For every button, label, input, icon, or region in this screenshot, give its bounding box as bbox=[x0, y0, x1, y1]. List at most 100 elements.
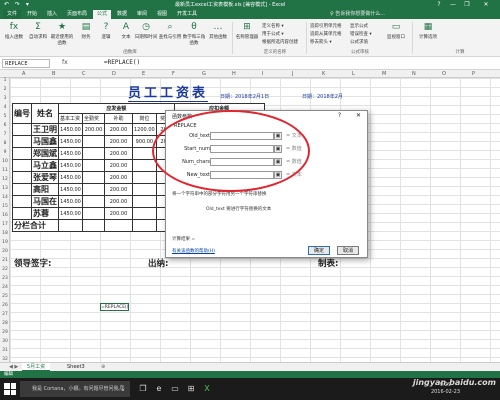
column-header[interactable]: D bbox=[112, 70, 116, 78]
row-header[interactable]: 5 bbox=[0, 114, 10, 119]
collapse-range-icon[interactable]: ▣ bbox=[274, 171, 282, 179]
column-header[interactable]: G bbox=[202, 70, 206, 78]
row-header[interactable]: 28 bbox=[0, 321, 10, 326]
row-header[interactable]: 8 bbox=[0, 141, 10, 146]
row-header[interactable]: 11 bbox=[0, 168, 10, 173]
row-header[interactable]: 18 bbox=[0, 231, 10, 236]
name-manager-button[interactable]: ⊞ 名称管理器 bbox=[235, 21, 259, 40]
row-header[interactable]: 6 bbox=[0, 123, 10, 128]
row-header[interactable]: 10 bbox=[0, 159, 10, 164]
column-header[interactable]: K bbox=[322, 70, 325, 78]
row-header[interactable]: 17 bbox=[0, 222, 10, 227]
microphone-icon[interactable]: 🎙 bbox=[118, 381, 126, 397]
excel-taskbar-icon[interactable]: X bbox=[200, 382, 214, 396]
task-view-icon[interactable]: ❐ bbox=[136, 382, 150, 396]
num-chars-input[interactable] bbox=[210, 158, 274, 166]
column-header[interactable]: N bbox=[412, 70, 416, 78]
remove-arrows-button[interactable]: 移去箭头 ▾ bbox=[310, 39, 332, 45]
active-cell[interactable]: =REPLACE() bbox=[100, 303, 129, 311]
column-header[interactable]: H bbox=[232, 70, 236, 78]
trace-dependents-button[interactable]: 追踪从属单元格 bbox=[310, 31, 342, 37]
tab-developer[interactable]: 开发工具 bbox=[173, 10, 201, 19]
row-header[interactable]: 19 bbox=[0, 240, 10, 245]
row-header[interactable]: 23 bbox=[0, 276, 10, 281]
tab-review[interactable]: 审阅 bbox=[133, 10, 151, 19]
row-header[interactable]: 13 bbox=[0, 186, 10, 191]
show-formulas-button[interactable]: 显示公式 bbox=[350, 23, 368, 29]
math-trig-button[interactable]: θ 数学和三角函数 bbox=[182, 21, 206, 46]
maximize-button[interactable]: ❐ bbox=[460, 0, 474, 10]
edge-browser-icon[interactable]: e bbox=[152, 382, 166, 396]
row-header[interactable]: 24 bbox=[0, 285, 10, 290]
ok-button[interactable]: 确定 bbox=[308, 246, 330, 255]
tab-formulas[interactable]: 公式 bbox=[93, 10, 111, 19]
row-header[interactable]: 15 bbox=[0, 204, 10, 209]
column-header[interactable]: P bbox=[472, 70, 475, 78]
column-header[interactable]: J bbox=[292, 70, 293, 78]
row-header[interactable]: 16 bbox=[0, 213, 10, 218]
store-icon[interactable]: ⊞ bbox=[184, 382, 198, 396]
define-name-button[interactable]: 定义名称 ▾ bbox=[262, 23, 284, 29]
windows-start-icon[interactable] bbox=[4, 383, 16, 395]
row-header[interactable]: 29 bbox=[0, 330, 10, 335]
file-explorer-icon[interactable]: ▭ bbox=[168, 382, 182, 396]
help-icon[interactable]: ? bbox=[338, 112, 341, 119]
row-header[interactable]: 9 bbox=[0, 150, 10, 155]
calc-options-button[interactable]: ▦ 计算选项 bbox=[416, 21, 440, 40]
tab-home[interactable]: 开始 bbox=[23, 10, 41, 19]
row-header[interactable]: 25 bbox=[0, 294, 10, 299]
row-header[interactable]: 30 bbox=[0, 339, 10, 344]
collapse-range-icon[interactable]: ▣ bbox=[274, 132, 282, 140]
row-header[interactable]: 2 bbox=[0, 87, 10, 92]
tab-insert[interactable]: 插入 bbox=[43, 10, 61, 19]
create-from-selection-button[interactable]: 根据所选内容创建 bbox=[262, 39, 298, 45]
autosum-button[interactable]: Σ 自动求和 bbox=[26, 21, 50, 40]
lookup-button[interactable]: ⌕ 查找与引用 bbox=[158, 21, 182, 40]
cancel-button[interactable]: 取消 bbox=[337, 246, 359, 255]
name-box[interactable]: REPLACE bbox=[2, 59, 50, 68]
column-header[interactable]: C bbox=[82, 70, 86, 78]
row-header[interactable]: 22 bbox=[0, 267, 10, 272]
more-functions-button[interactable]: … 其他函数 bbox=[206, 21, 230, 40]
tab-page-layout[interactable]: 页面布局 bbox=[63, 10, 91, 19]
row-header[interactable]: 26 bbox=[0, 303, 10, 308]
row-header[interactable]: 20 bbox=[0, 249, 10, 254]
cortana-search-box[interactable]: 我是 Cortana，小娜。有问题尽管问我。 🎙 bbox=[20, 381, 130, 397]
row-header[interactable]: 14 bbox=[0, 195, 10, 200]
column-header[interactable]: E bbox=[142, 70, 145, 78]
tab-view[interactable]: 视图 bbox=[153, 10, 171, 19]
error-checking-button[interactable]: 错误检查 ▾ bbox=[350, 31, 372, 37]
column-header[interactable]: A bbox=[22, 70, 25, 78]
close-button[interactable]: ✕ bbox=[476, 0, 496, 10]
column-header[interactable]: O bbox=[442, 70, 446, 78]
watch-window-button[interactable]: ▭ 监视窗口 bbox=[384, 21, 408, 40]
column-header[interactable]: B bbox=[52, 70, 55, 78]
column-header[interactable]: I bbox=[262, 70, 263, 78]
tab-file[interactable]: 文件 bbox=[3, 10, 21, 19]
row-header[interactable]: 1 bbox=[0, 78, 10, 83]
row-header[interactable]: 27 bbox=[0, 312, 10, 317]
recent-functions-button[interactable]: ★ 最近使用的函数 bbox=[50, 21, 74, 46]
tell-me-search[interactable]: ♀ 告诉我你想要做什么... bbox=[330, 10, 385, 19]
collapse-range-icon[interactable]: ▣ bbox=[274, 158, 282, 166]
column-header[interactable]: L bbox=[352, 70, 355, 78]
row-header[interactable]: 7 bbox=[0, 132, 10, 137]
start-num-input[interactable] bbox=[210, 145, 274, 153]
close-icon[interactable]: ✕ bbox=[356, 112, 361, 119]
row-header[interactable]: 31 bbox=[0, 348, 10, 353]
insert-function-button[interactable]: fx 插入函数 bbox=[2, 21, 26, 40]
column-header[interactable]: F bbox=[172, 70, 175, 78]
use-in-formula-button[interactable]: 用于公式 ▾ bbox=[262, 31, 284, 37]
row-header[interactable]: 3 bbox=[0, 96, 10, 101]
formula-input[interactable]: =REPLACE() bbox=[104, 59, 140, 66]
row-header[interactable]: 4 bbox=[0, 105, 10, 110]
trace-precedents-button[interactable]: 追踪引用单元格 bbox=[310, 23, 342, 29]
row-header[interactable]: 12 bbox=[0, 177, 10, 182]
collapse-range-icon[interactable]: ▣ bbox=[274, 145, 282, 153]
help-icon[interactable]: ? bbox=[432, 0, 446, 10]
tab-data[interactable]: 数据 bbox=[113, 10, 131, 19]
old-text-input[interactable] bbox=[210, 132, 274, 140]
fx-icon[interactable]: fx bbox=[62, 59, 68, 66]
new-text-input[interactable] bbox=[210, 171, 274, 179]
row-header[interactable]: 21 bbox=[0, 258, 10, 263]
